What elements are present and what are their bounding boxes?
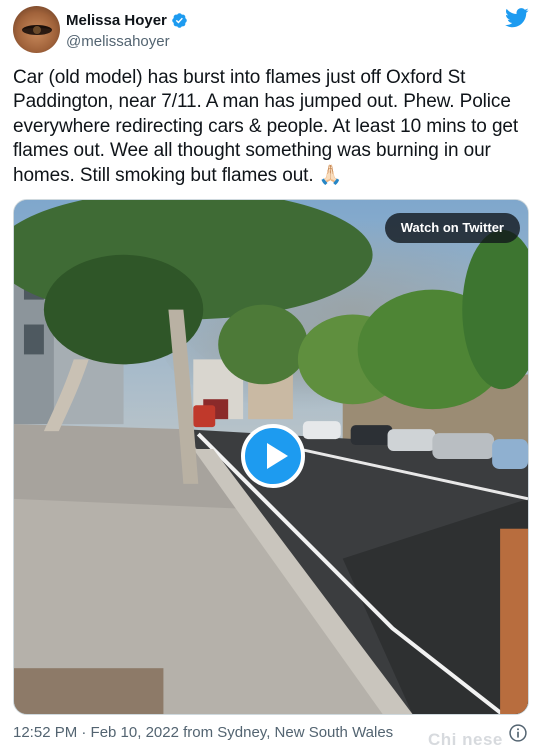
tweet-text: Car (old model) has burst into flames ju… bbox=[13, 67, 519, 186]
author-name-row: Melissa Hoyer bbox=[66, 12, 188, 29]
info-icon[interactable] bbox=[508, 723, 528, 743]
avatar[interactable] bbox=[13, 6, 60, 53]
video-player[interactable]: Watch on Twitter bbox=[13, 199, 529, 715]
author-handle[interactable]: @melissahoyer bbox=[66, 33, 170, 50]
avatar-pupil bbox=[33, 26, 41, 34]
twitter-bird-icon[interactable] bbox=[505, 8, 529, 28]
watch-on-twitter-button[interactable]: Watch on Twitter bbox=[384, 213, 520, 243]
verified-badge-icon bbox=[172, 13, 187, 28]
play-icon bbox=[267, 443, 288, 469]
play-button[interactable] bbox=[241, 424, 305, 488]
tweet-header: Melissa Hoyer @melissahoyer bbox=[13, 6, 529, 54]
author-name[interactable]: Melissa Hoyer bbox=[66, 12, 167, 29]
watermark: Chi nese bbox=[428, 730, 503, 749]
tweet-timestamp[interactable]: 12:52 PM · Feb 10, 2022 from Sydney, New… bbox=[13, 724, 393, 741]
